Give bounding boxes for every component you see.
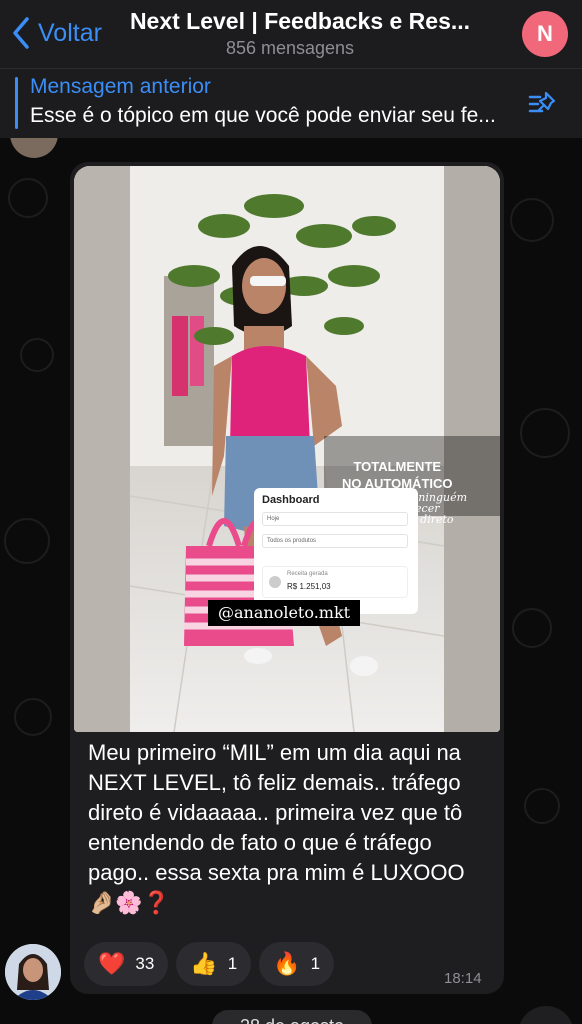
- revenue-icon: [269, 576, 281, 588]
- chevron-left-icon: [13, 17, 29, 49]
- reaction-count: 1: [227, 954, 238, 973]
- reactions-row: ❤️ 33 👍 1 🔥 1: [84, 942, 335, 986]
- pinned-text: Esse é o tópico em que você pode enviar …: [30, 104, 496, 127]
- overlay-headline-line: TOTALMENTE: [353, 459, 442, 474]
- message-photo[interactable]: TOTALMENTE NO AUTOMÁTICO sem falar com n…: [74, 166, 500, 732]
- background-doodle: [510, 198, 554, 242]
- pinned-title: Mensagem anterior: [30, 75, 211, 98]
- revenue-value: R$ 1.251,03: [287, 582, 331, 591]
- message-count: 856 mensagens: [225, 38, 355, 58]
- reaction-count: 1: [310, 954, 321, 973]
- back-button[interactable]: Voltar: [10, 16, 102, 50]
- chat-header: Voltar Next Level | Feedbacks e Res... 8…: [0, 0, 582, 68]
- background-doodle: [20, 338, 54, 372]
- photo-scene: [74, 166, 500, 732]
- reaction-heart[interactable]: ❤️ 33: [84, 942, 169, 986]
- sender-avatar-image: [5, 944, 61, 1000]
- background-doodle: [8, 178, 48, 218]
- back-label: Voltar: [38, 18, 102, 47]
- chat-title[interactable]: Next Level | Feedbacks e Res...: [100, 8, 500, 35]
- fire-icon: 🔥: [273, 951, 301, 976]
- pinned-indicator: [15, 77, 18, 129]
- reaction-count: 33: [135, 954, 155, 973]
- scroll-down-button[interactable]: [518, 1006, 574, 1024]
- heart-icon: ❤️: [98, 951, 126, 976]
- instagram-handle: @ananoleto.mkt: [208, 600, 361, 626]
- dashboard-product-field: Todos os produtos: [262, 534, 408, 548]
- message-text: Meu primeiro “MIL” em um dia aqui na NEX…: [88, 740, 465, 915]
- previous-sender-avatar[interactable]: [10, 138, 58, 158]
- message-time: 18:14: [444, 970, 482, 987]
- overlay-headline: TOTALMENTE NO AUTOMÁTICO: [342, 458, 453, 492]
- background-doodle: [4, 518, 50, 564]
- dashboard-screenshot: Dashboard Hoje Todos os produtos Receita…: [254, 488, 418, 614]
- background-doodle: [14, 698, 52, 736]
- background-doodle: [512, 608, 552, 648]
- date-separator: 28 de agosto: [212, 1010, 372, 1024]
- pinned-message-bar[interactable]: Mensagem anterior Esse é o tópico em que…: [0, 68, 582, 138]
- background-doodle: [524, 788, 560, 824]
- chat-area[interactable]: TOTALMENTE NO AUTOMÁTICO sem falar com n…: [0, 138, 582, 1024]
- dashboard-title: Dashboard: [262, 494, 320, 506]
- revenue-label: Receita gerada: [287, 571, 328, 577]
- group-avatar[interactable]: N: [522, 11, 568, 57]
- dashboard-revenue-card: Receita gerada R$ 1.251,03: [262, 566, 408, 598]
- background-doodle: [520, 408, 570, 458]
- dashboard-date-field: Hoje: [262, 512, 408, 526]
- thumbs-up-icon: 👍: [190, 951, 218, 976]
- message-bubble[interactable]: TOTALMENTE NO AUTOMÁTICO sem falar com n…: [70, 162, 504, 994]
- pinned-list-icon[interactable]: [526, 89, 560, 119]
- reaction-fire[interactable]: 🔥 1: [259, 942, 335, 986]
- sender-avatar[interactable]: [5, 944, 61, 1000]
- reaction-thumbs-up[interactable]: 👍 1: [176, 942, 252, 986]
